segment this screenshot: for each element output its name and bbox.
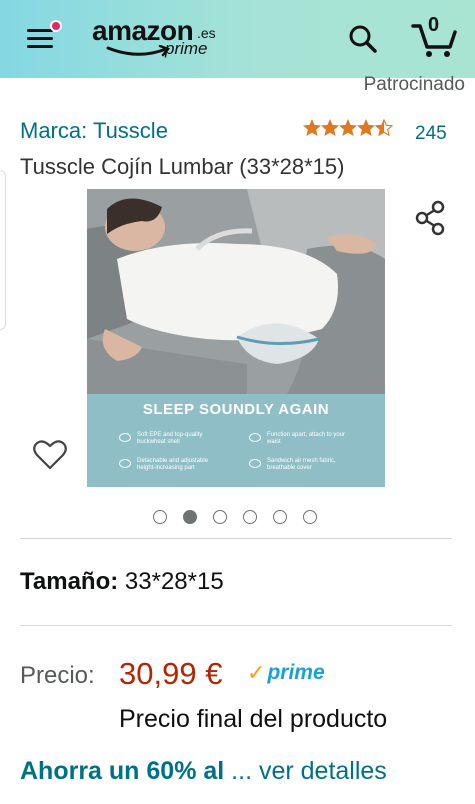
- logo-prime: prime: [165, 39, 208, 58]
- image-feature-1: Soft EPE and top-quality buckwheat shell: [137, 432, 203, 445]
- search-icon[interactable]: [347, 23, 379, 55]
- shell-feature-icon: [119, 433, 131, 442]
- height-feature-icon: [119, 459, 131, 468]
- product-image[interactable]: SLEEP SOUNDLY AGAIN Soft EPE and top-qua…: [87, 189, 385, 487]
- side-drawer-handle[interactable]: [0, 170, 6, 330]
- carousel-dot[interactable]: [153, 510, 167, 524]
- rating-count-link[interactable]: 245: [415, 123, 447, 145]
- savings-details-link[interactable]: Ahorra un 60% al ... ver detalles: [20, 757, 387, 786]
- divider: [20, 625, 452, 626]
- logo-smile-icon: [106, 45, 171, 57]
- notification-dot: [50, 20, 62, 32]
- cart-button[interactable]: 0: [410, 14, 458, 58]
- menu-icon[interactable]: [27, 27, 55, 49]
- prime-badge: ✓ prime: [247, 660, 325, 686]
- sponsored-label[interactable]: Patrocinado: [364, 74, 465, 96]
- see-details-text: ... ver detalles: [224, 757, 387, 785]
- carousel-dot[interactable]: [273, 510, 287, 524]
- price-label: Precio:: [20, 662, 95, 689]
- amazon-prime-logo[interactable]: amazon .es prime: [92, 15, 232, 63]
- divider: [20, 538, 452, 539]
- carousel-dot[interactable]: [303, 510, 317, 524]
- size-value: 33*28*15: [124, 568, 224, 595]
- product-photo: [87, 189, 385, 394]
- top-nav-bar: amazon .es prime 0: [0, 0, 475, 78]
- product-title: Tusscle Cojín Lumbar (33*28*15): [20, 154, 345, 179]
- image-carousel-dots[interactable]: [153, 510, 317, 524]
- price-value: 30,99 €: [119, 656, 223, 691]
- size-selector[interactable]: Tamaño: 33*28*15: [20, 568, 224, 596]
- cart-count: 0: [428, 14, 440, 36]
- savings-text: Ahorra un 60% al: [20, 757, 225, 785]
- share-icon[interactable]: [413, 200, 447, 236]
- rating-stars-icon[interactable]: [303, 119, 393, 137]
- carousel-dot-active[interactable]: [183, 510, 197, 524]
- carousel-dot[interactable]: [213, 510, 227, 524]
- image-headline: SLEEP SOUNDLY AGAIN: [142, 401, 330, 418]
- prime-check-icon: ✓: [247, 660, 266, 685]
- price-note: Precio final del producto: [119, 705, 388, 733]
- size-label: Tamaño:: [20, 568, 119, 595]
- prime-badge-text: prime: [267, 661, 325, 684]
- attach-feature-icon: [249, 433, 261, 442]
- carousel-dot[interactable]: [243, 510, 257, 524]
- brand-link[interactable]: Marca: Tusscle: [20, 118, 168, 144]
- image-feature-3: Detachable and adjustable height-increas…: [137, 458, 209, 471]
- mesh-feature-icon: [249, 459, 261, 468]
- heart-icon[interactable]: [32, 437, 68, 473]
- image-feature-2: Function apart, attach to your waist: [267, 432, 346, 445]
- image-feature-4: Sandwich air mesh fabric, breathable cov…: [267, 458, 336, 471]
